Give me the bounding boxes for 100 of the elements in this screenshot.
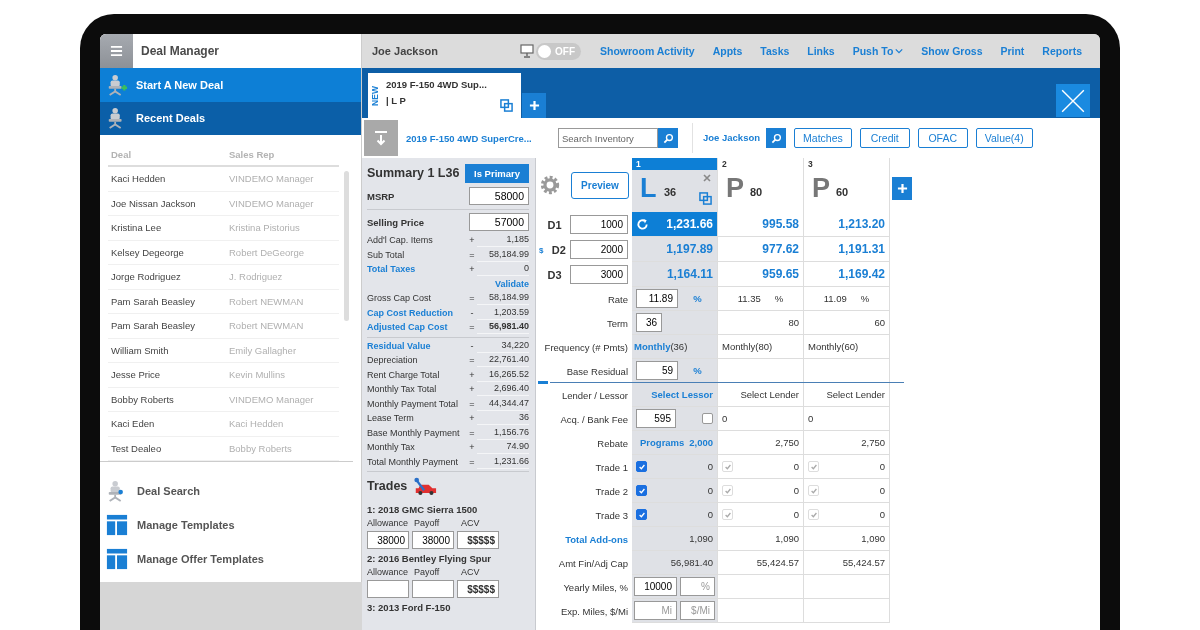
payment-cell[interactable]: 959.65 [718,262,804,287]
search-button[interactable] [766,128,787,148]
nav-item[interactable]: Recent Deals [100,101,361,135]
deal-name[interactable]: Pam Sarah Beasley [111,320,229,332]
acv-field[interactable]: $$$$$ [457,580,499,598]
allowance-field[interactable] [367,580,409,598]
input-field[interactable]: 36 [636,313,662,332]
input-field[interactable]: Mi [634,601,677,620]
input-field[interactable]: 59 [636,361,678,380]
summary-label: Add'l Cap. Items [367,235,434,246]
primary-button[interactable]: Is Primary [465,163,529,183]
summary-label: Gross Cap Cost [367,293,433,304]
input-field[interactable]: $/Mi [680,601,715,620]
row-label: Trade 2 [595,485,628,497]
deal-name[interactable]: Jesse Price [111,369,229,381]
search-field[interactable]: Search Inventory [558,128,658,148]
down-arrow-button[interactable] [364,120,398,156]
search-icon [770,132,782,144]
input-field[interactable]: 11.89 [636,289,678,308]
column-header: Sales Rep [228,149,276,160]
nav-link[interactable]: Links [807,45,835,57]
checkbox[interactable] [636,509,647,520]
currency-label: $ [539,246,544,255]
payment-cell[interactable]: 995.58 [718,212,804,237]
nav-link[interactable]: Push To [852,45,904,57]
nav-link[interactable]: Showroom Activity [600,45,695,57]
grid-value: 11.35 [737,293,761,304]
validate-link[interactable]: Validate [494,278,529,289]
nav-link[interactable]: Tasks [760,45,790,57]
gear-icon[interactable] [539,174,561,196]
close-button[interactable] [1056,84,1090,117]
input-field[interactable]: 58000 [469,187,529,205]
payment-cell[interactable]: 1,197.89 [632,237,718,262]
input-field[interactable]: % [680,577,715,596]
deal-name[interactable]: William Smith [111,344,229,356]
input-field[interactable]: 3000 [570,265,628,284]
deal-name[interactable]: Kelsey Degeorge [111,246,229,258]
payment-cell[interactable]: 1,164.11 [632,262,718,287]
vehicle-link[interactable]: 2019 F-150 4WD SuperCre... [398,132,558,144]
checkbox[interactable] [636,461,647,472]
add-column-button[interactable] [892,177,912,200]
toolbar-button[interactable]: Credit [859,128,910,148]
summary-link[interactable]: Cap Cost Reduction [367,307,467,318]
acv-field[interactable]: $$$$$ [457,531,499,549]
summary-link[interactable]: Total Taxes [367,264,467,275]
deal-name[interactable]: Test Dealeo [111,442,229,454]
payment-cell[interactable]: 1,191.31 [804,237,890,262]
payoff-field[interactable]: 38000 [412,531,454,549]
nav-item[interactable]: Start A New Deal [100,68,361,102]
input-field[interactable]: 2000 [570,240,628,259]
checkbox[interactable] [636,485,647,496]
row-label: Base Residual [566,365,628,377]
sidebar-link[interactable]: Manage Templates [100,508,361,542]
programs-link[interactable]: Programs [640,437,685,448]
deal-name[interactable]: Bobby Roberts [111,393,229,405]
payment-cell[interactable]: 977.62 [718,237,804,262]
payment-cell[interactable]: 1,231.66 [632,212,718,237]
allowance-field[interactable]: 38000 [367,531,409,549]
menu-button[interactable] [100,34,133,68]
preview-button[interactable]: Preview [571,171,629,199]
search-button[interactable] [658,128,678,148]
summary-link[interactable]: Residual Value [367,340,467,351]
scrollbar[interactable] [343,171,349,321]
input-field[interactable]: 10000 [634,577,677,596]
deal-name[interactable]: Joe Nissan Jackson [111,197,229,209]
nav-link[interactable]: Reports [1042,45,1082,57]
deal-name[interactable]: Kristina Lee [111,222,229,234]
toolbar-button[interactable]: OFAC [917,128,968,148]
add-tab-button[interactable] [522,93,546,118]
deal-name[interactable]: Jorge Rodriguez [111,271,229,283]
grid-cell: 1,090 [804,527,890,551]
operator: = [468,322,476,333]
sales-rep: VINDEMO Manager [229,393,315,405]
summary-value: 16,265.52 [477,367,529,382]
checkbox[interactable] [702,413,713,424]
payoff-field[interactable] [412,580,454,598]
summary-link[interactable]: Adjusted Cap Cost [367,322,467,333]
summary-label: Sub Total [367,249,406,260]
nav-link[interactable]: Print [1000,45,1025,57]
summary-value: 58,184.99 [477,291,529,306]
input-field[interactable]: 1000 [570,215,628,234]
toolbar-button[interactable]: Matches [794,128,852,148]
toolbar-button[interactable]: Value(4) [975,128,1033,148]
sidebar-link[interactable]: Manage Offer Templates [100,542,361,576]
deal-name[interactable]: Pam Sarah Beasley [111,295,229,307]
nav-link[interactable]: Appts [712,45,743,57]
input-field[interactable]: 57000 [469,213,529,231]
row-label[interactable]: Total Add-ons [565,533,628,545]
deal-name[interactable]: Kaci Eden [111,418,229,430]
payment-cell[interactable]: 1,169.42 [804,262,890,287]
input-field[interactable]: 595 [636,409,676,428]
close-icon[interactable] [703,174,711,182]
sidebar-link[interactable]: Deal Search [100,474,361,508]
deal-name[interactable]: Kaci Hedden [111,173,229,185]
nav-link[interactable]: Show Gross [921,45,983,57]
payment-cell[interactable]: 1,213.20 [804,212,890,237]
refresh-icon[interactable] [636,217,649,231]
copy-icon[interactable] [500,99,513,112]
copy-icon[interactable] [699,192,712,205]
option-column-header[interactable]: 1 L 36 [632,158,718,212]
